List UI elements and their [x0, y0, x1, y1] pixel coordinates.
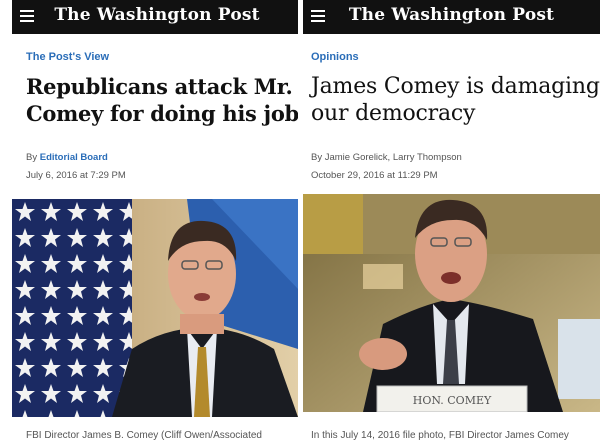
- section-link[interactable]: Opinions: [311, 51, 359, 63]
- section-link[interactable]: The Post's View: [26, 51, 109, 63]
- nameplate-text: HON. COMEY: [413, 394, 492, 407]
- byline: By Jamie Gorelick, Larry Thompson: [311, 152, 462, 163]
- byline: By Editorial Board: [26, 152, 108, 163]
- photo-caption: FBI Director James B. Comey (Cliff Owen/…: [26, 430, 262, 441]
- headline: James Comey is damaging our democracy: [311, 73, 600, 127]
- publish-date: July 6, 2016 at 7:29 PM: [26, 170, 126, 181]
- article-photo: HON. COMEY: [303, 194, 600, 412]
- publish-date: October 29, 2016 at 11:29 PM: [311, 170, 438, 181]
- article-panel-right: The Washington Post Opinions James Comey…: [303, 0, 600, 441]
- top-bar: The Washington Post: [12, 0, 298, 34]
- headline-line-1: Republicans attack Mr.: [26, 74, 293, 99]
- article-panel-left: The Washington Post The Post's View Repu…: [12, 0, 298, 441]
- headline: Republicans attack Mr. Comey for doing h…: [26, 73, 298, 127]
- masthead-logo[interactable]: The Washington Post: [303, 5, 600, 25]
- top-bar: The Washington Post: [303, 0, 600, 34]
- headline-line-2: our democracy: [311, 101, 476, 126]
- byline-prefix: By: [26, 152, 38, 163]
- author-link[interactable]: Editorial Board: [40, 152, 108, 163]
- photo-caption: In this July 14, 2016 file photo, FBI Di…: [311, 430, 569, 441]
- headline-line-1: James Comey is damaging: [311, 74, 600, 99]
- article-photo: [12, 199, 298, 417]
- masthead-logo[interactable]: The Washington Post: [12, 5, 298, 25]
- headline-line-2: Comey for doing his job: [26, 101, 298, 126]
